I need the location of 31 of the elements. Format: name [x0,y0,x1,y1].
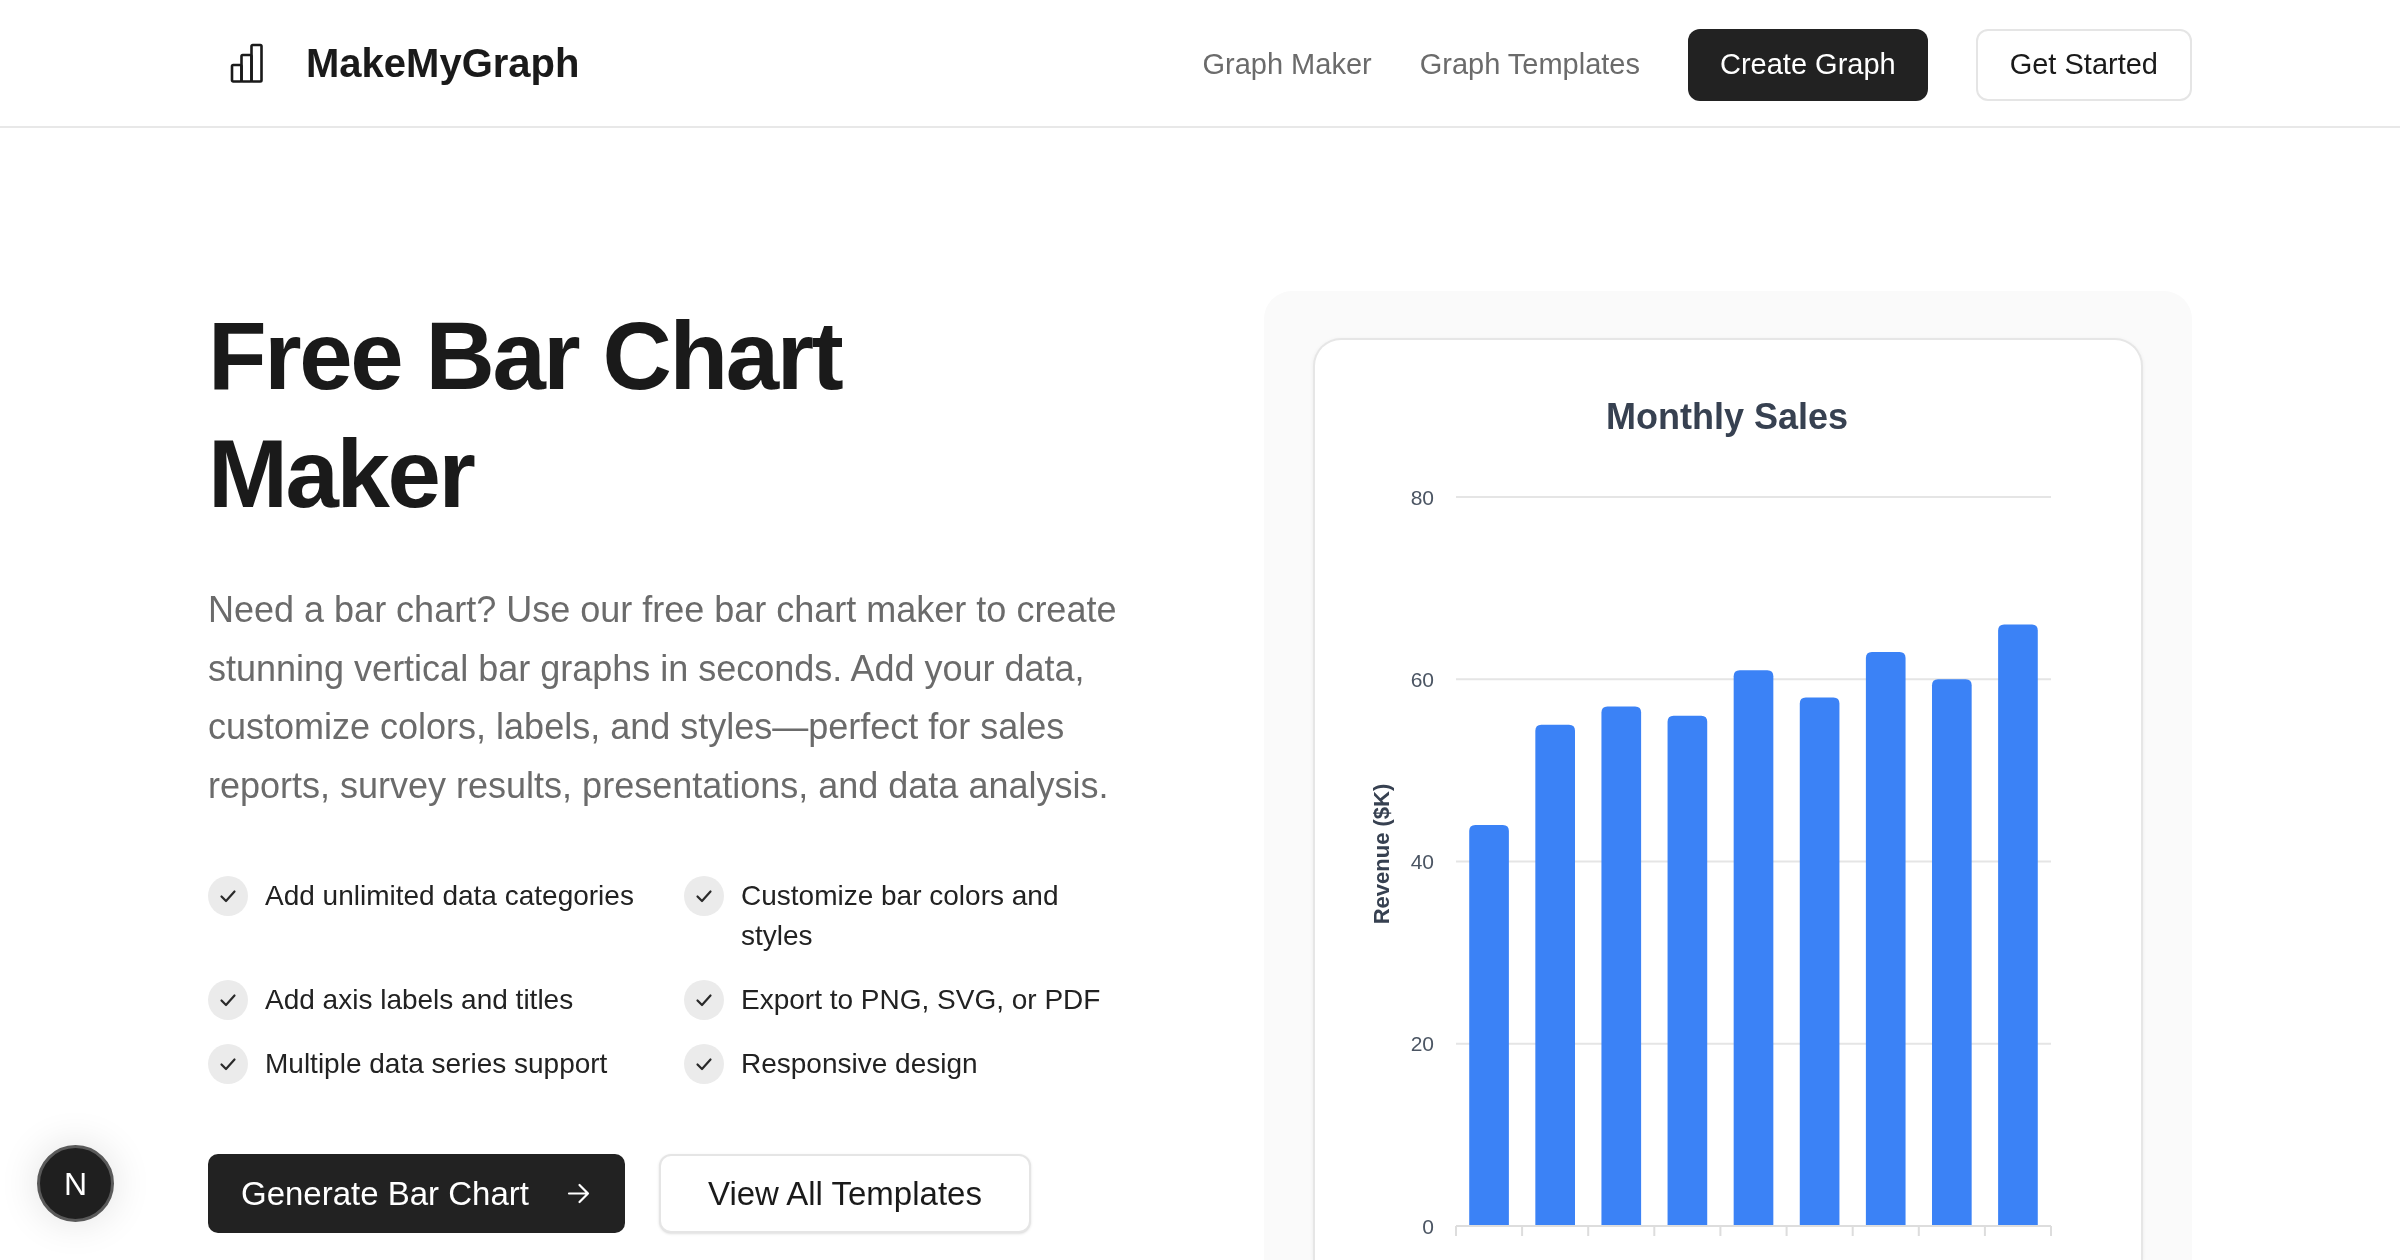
primary-button[interactable]: Generate Bar Chart [208,1154,625,1233]
feature-text: Multiple data series support [265,1047,608,1081]
outline-button[interactable]: Get Started [1975,29,2192,101]
hero-title: Free Bar Chart Maker [208,301,843,529]
check-icon [208,980,248,1020]
y-tick-label: 0 [1422,1214,1434,1238]
y-tick-label: 60 [1410,667,1434,691]
outline-button[interactable]: View All Templates [659,1154,1031,1233]
check-icon [208,1044,248,1084]
feature-text: Customize bar colors and styles [741,879,1060,953]
feature-text: Add axis labels and titles [265,983,574,1017]
dev-tools-button[interactable]: N [37,1145,114,1222]
y-axis-title: Revenue ($K) [1369,783,1394,925]
primary-button[interactable]: Create Graph [1688,29,1928,101]
y-tick-label: 20 [1410,1032,1434,1056]
check-icon [684,1044,724,1084]
bar-chart-logo-icon [230,43,266,83]
nav-link[interactable]: Graph Maker [1202,43,1372,87]
nav-link[interactable]: Graph Templates [1419,43,1640,87]
brand-name: MakeMyGraph [306,40,580,87]
feature-text: Add unlimited data categories [265,879,634,913]
check-icon [208,876,248,916]
y-tick-label: 80 [1410,485,1434,509]
feature-text: Responsive design [741,1047,978,1081]
y-tick-label: 40 [1410,850,1434,873]
arrow-right-icon [567,1182,590,1205]
check-icon [684,980,724,1020]
hero-description: Need a bar chart? Use our free bar chart maker to create stunning vertical bar graphs in seconds. Add your data, customize colors, labels, and styles—perfect for sales reports, survey results, presentations, and data analysis. [208,588,1118,808]
chart-title: Monthly Sales [1605,396,1849,437]
check-icon [684,876,724,916]
feature-text: Export to PNG, SVG, or PDF [741,983,1101,1017]
